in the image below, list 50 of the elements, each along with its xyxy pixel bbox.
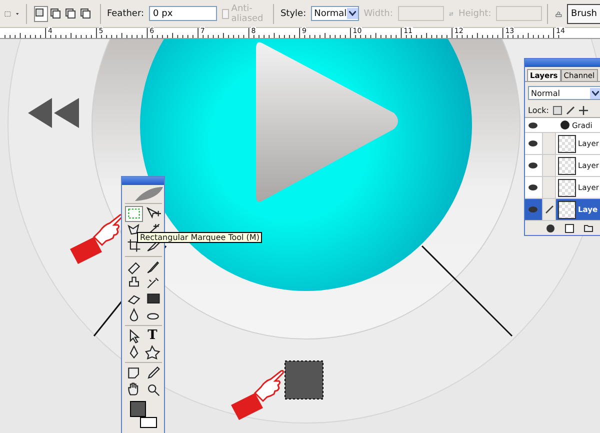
selection-mode-button[interactable] [78,6,92,22]
folder-icon[interactable] [584,224,592,232]
width-label: Width: [364,8,393,18]
layer-thumbnail [558,178,576,196]
tooltip: Rectangular Marquee Tool (M) [137,232,262,243]
move-arrows-icon[interactable] [578,106,588,115]
eye-icon[interactable] [528,140,538,147]
foreground-color-swatch[interactable] [130,401,146,417]
selection-mode-button[interactable] [64,6,78,22]
brushes-tab[interactable]: Brush [567,4,600,24]
mask-icon[interactable] [564,224,574,233]
rewind-icon[interactable] [28,98,79,128]
eye-icon[interactable] [528,122,538,128]
height-label: Height: [458,8,492,18]
caret-icon [348,11,356,16]
feather-label: Feather: [106,8,144,18]
selection-mode-icon [80,8,91,19]
style-label: Style: [280,8,306,18]
brush-icon[interactable] [566,106,575,115]
caret-icon[interactable] [16,12,20,16]
selection-square [284,360,324,400]
style-dropdown[interactable]: Normal [311,6,359,21]
effect-icon [560,120,570,130]
eye-icon[interactable] [528,184,538,191]
selection-mode-button[interactable] [48,6,62,22]
shape-tool-icon [144,344,160,360]
layer-thumbnail [558,200,576,218]
panel-title-bar [122,177,164,185]
selection-mode-button[interactable] [34,6,48,22]
lock-label: Lock: [528,106,549,115]
layer-thumbnail [558,134,576,152]
background-color-swatch[interactable] [140,417,157,428]
feather-icon [134,186,164,202]
eye-icon[interactable] [528,162,538,169]
tool-button[interactable] [144,344,162,360]
blend-mode-dropdown[interactable]: Normal [528,86,600,100]
pointing-hand-icon [70,214,123,264]
selection-mode-icon [65,8,76,19]
layer-style-icon[interactable] [546,224,554,233]
brush-icon [544,205,554,214]
play-triangle-icon [256,42,398,202]
layer-thumbnail [558,156,576,174]
selection-mode-icon [50,8,61,19]
notes-tool-icon [126,365,142,381]
lock-transparency-icon[interactable] [552,106,562,115]
feather-input[interactable]: 0 px [149,6,218,21]
pointing-hand-icon [231,370,284,420]
anti-aliased-label: Anti-aliased [231,4,264,24]
selection-mode-icon [35,8,46,19]
caret-icon [592,90,599,96]
